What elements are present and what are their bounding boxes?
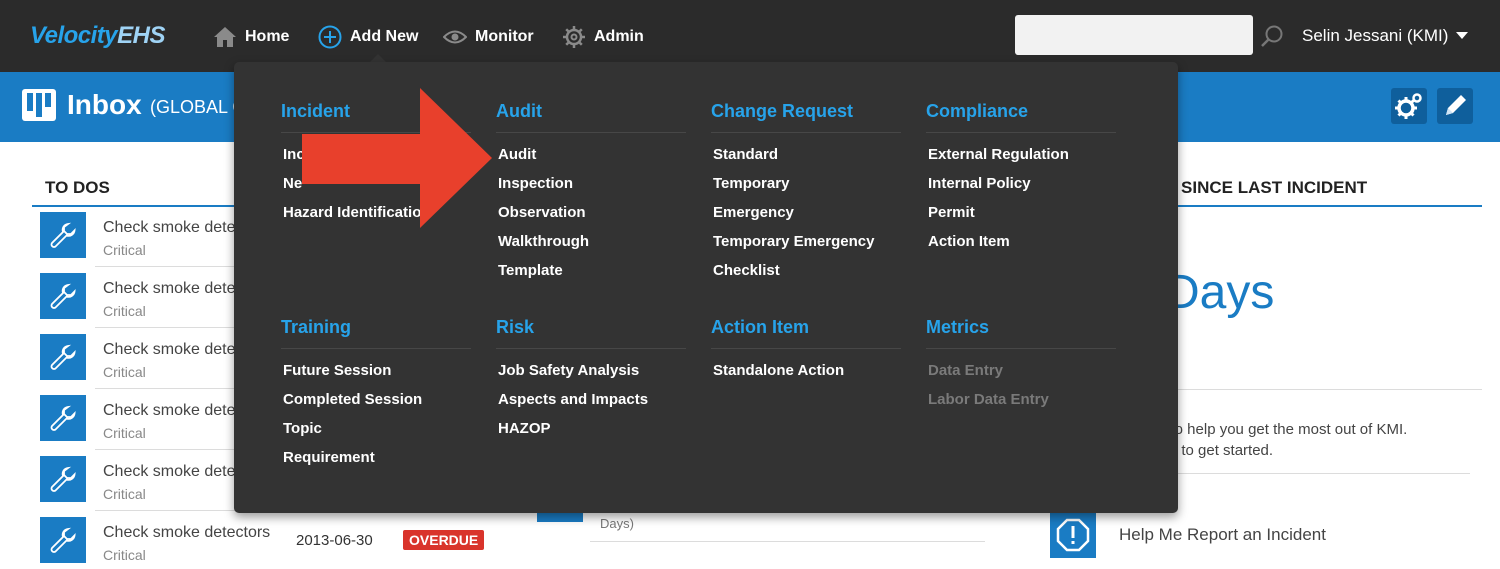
todo-title: Check smoke dete	[103, 280, 236, 297]
nav-monitor-label: Monitor	[475, 28, 534, 45]
pencil-icon	[1446, 95, 1466, 115]
middle-days-text: Days)	[600, 516, 634, 531]
menu-item-requirement[interactable]: Requirement	[283, 449, 375, 466]
wrench-icon	[40, 395, 86, 441]
menu-category-training[interactable]: Training	[281, 317, 351, 338]
category-divider	[926, 348, 1116, 349]
menu-category-change-request[interactable]: Change Request	[711, 101, 853, 122]
menu-item-topic[interactable]: Topic	[283, 420, 322, 437]
todo-priority: Critical	[103, 364, 146, 380]
menu-item-checklist[interactable]: Checklist	[713, 262, 780, 279]
menu-item-inspection[interactable]: Inspection	[498, 175, 573, 192]
menu-item-temporary-emergency[interactable]: Temporary Emergency	[713, 233, 874, 250]
nav-add-new[interactable]: Add New	[318, 24, 418, 50]
menu-category-compliance[interactable]: Compliance	[926, 101, 1028, 122]
menu-category-risk[interactable]: Risk	[496, 317, 534, 338]
category-divider	[496, 348, 686, 349]
category-divider	[926, 132, 1116, 133]
overdue-badge: OVERDUE	[403, 530, 485, 550]
menu-item-temporary[interactable]: Temporary	[713, 175, 789, 192]
todo-priority: Critical	[103, 547, 146, 563]
middle-divider	[590, 541, 985, 542]
category-divider	[496, 132, 686, 133]
edit-button[interactable]	[1437, 88, 1473, 124]
menu-item-standard[interactable]: Standard	[713, 146, 778, 163]
search-input[interactable]	[1015, 15, 1253, 55]
eye-icon	[443, 30, 467, 44]
menu-item-labor-data-entry: Labor Data Entry	[928, 391, 1049, 408]
wrench-icon	[40, 334, 86, 380]
menu-item-hazop[interactable]: HAZOP	[498, 420, 551, 437]
menu-item-permit[interactable]: Permit	[928, 204, 975, 221]
menu-item-internal-policy[interactable]: Internal Policy	[928, 175, 1031, 192]
nav-add-new-label: Add New	[350, 28, 419, 45]
home-icon	[214, 27, 236, 47]
alert-icon[interactable]	[1050, 512, 1096, 558]
wrench-icon	[40, 517, 86, 563]
todo-row[interactable]: Check smoke detectors Critical 2013-06-3…	[40, 512, 520, 569]
category-divider	[711, 132, 901, 133]
nav-home[interactable]: Home	[213, 24, 289, 50]
menu-item-walkthrough[interactable]: Walkthrough	[498, 233, 589, 250]
menu-item-data-entry: Data Entry	[928, 362, 1004, 379]
todo-priority: Critical	[103, 425, 146, 441]
velocity-ehs-logo[interactable]: VelocityEHS	[30, 22, 166, 50]
gear-icon	[563, 26, 585, 48]
todo-due-date: 2013-06-30	[296, 532, 373, 549]
menu-item-standalone-action[interactable]: Standalone Action	[713, 362, 844, 379]
menu-item-job-safety-analysis[interactable]: Job Safety Analysis	[498, 362, 639, 379]
days-since-value: Days	[1165, 266, 1275, 319]
board-icon	[22, 89, 56, 121]
menu-category-action-item[interactable]: Action Item	[711, 317, 809, 338]
user-name: Selin Jessani (KMI)	[1302, 26, 1449, 45]
logo-sub-text: EHS	[117, 22, 166, 49]
wrench-icon	[40, 212, 86, 258]
menu-item-aspects-and-impacts[interactable]: Aspects and Impacts	[498, 391, 648, 408]
menu-item-external-regulation[interactable]: External Regulation	[928, 146, 1069, 163]
search-icon	[1261, 25, 1283, 47]
nav-home-label: Home	[245, 28, 290, 45]
todos-heading: TO DOS	[45, 178, 110, 197]
help-report-incident-link[interactable]: Help Me Report an Incident	[1119, 525, 1326, 545]
todo-title: Check smoke dete	[103, 402, 236, 419]
nav-monitor[interactable]: Monitor	[443, 24, 534, 50]
days-since-heading: S SINCE LAST INCIDENT	[1165, 178, 1368, 197]
wrench-icon	[40, 273, 86, 319]
caret-down-icon	[1456, 32, 1469, 39]
menu-item-action-item[interactable]: Action Item	[928, 233, 1010, 250]
todo-title: Check smoke detectors	[103, 524, 271, 541]
todo-title: Check smoke dete	[103, 341, 236, 358]
todo-priority: Critical	[103, 303, 146, 319]
wrench-icon	[40, 456, 86, 502]
menu-item-future-session[interactable]: Future Session	[283, 362, 391, 379]
menu-category-metrics[interactable]: Metrics	[926, 317, 989, 338]
red-arrow-icon	[302, 88, 492, 228]
menu-item-completed-session[interactable]: Completed Session	[283, 391, 422, 408]
menu-item-audit[interactable]: Audit	[498, 146, 536, 163]
user-menu[interactable]: Selin Jessani (KMI)	[1302, 26, 1469, 46]
settings-button[interactable]	[1391, 88, 1427, 124]
todo-priority: Critical	[103, 242, 146, 258]
menu-item-emergency[interactable]: Emergency	[713, 204, 794, 221]
gears-icon	[1395, 93, 1422, 119]
page-subtitle: (GLOBAL C	[150, 97, 246, 117]
menu-category-audit[interactable]: Audit	[496, 101, 542, 122]
nav-admin[interactable]: Admin	[562, 24, 644, 50]
menu-item-near-miss[interactable]: Ne	[283, 175, 302, 192]
help-intro-line-1: e to help you get the most out of KMI.	[1158, 421, 1408, 438]
menu-item-template[interactable]: Template	[498, 262, 563, 279]
category-divider	[711, 348, 901, 349]
menu-item-observation[interactable]: Observation	[498, 204, 586, 221]
todo-title: Check smoke dete	[103, 463, 236, 480]
todo-title: Check smoke dete	[103, 219, 236, 236]
search-button[interactable]	[1260, 24, 1284, 53]
page-title: Inbox	[67, 89, 142, 120]
category-divider	[281, 348, 471, 349]
nav-admin-label: Admin	[594, 28, 644, 45]
plus-circle-icon	[318, 25, 342, 49]
logo-main-text: Velocity	[30, 22, 118, 49]
todo-priority: Critical	[103, 486, 146, 502]
